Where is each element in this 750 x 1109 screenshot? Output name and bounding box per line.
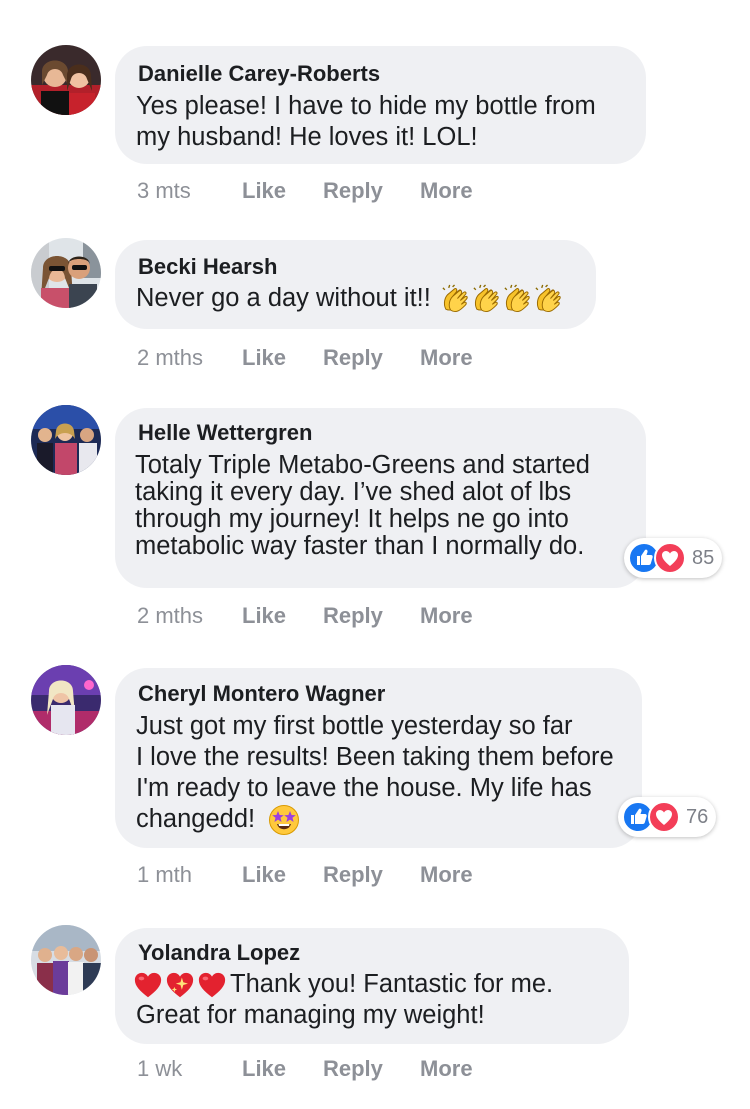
comment-line: taking it every day. I’ve shed alot of l…: [135, 478, 572, 506]
comment-bubble: Becki Hearsh Never go a day without it!!: [115, 240, 596, 329]
comment-line: Just got my first bottle yesterday so fa…: [136, 712, 573, 740]
comment-text: Totaly Triple Metabo-Greens and started …: [135, 452, 636, 560]
comment-text: Never go a day without it!!: [136, 283, 586, 315]
clapping-hands-icon: [502, 284, 533, 315]
comment-bubble: Danielle Carey-Roberts Yes please! I hav…: [115, 46, 646, 164]
comment-text: Thank you! Fantastic for me. Great for m…: [132, 969, 619, 1031]
sparkling-heart-icon: [164, 970, 196, 1000]
like-button[interactable]: Like: [242, 1056, 286, 1082]
reply-button[interactable]: Reply: [323, 862, 383, 888]
comment-line: through my journey! It helps ne go into: [135, 505, 569, 533]
commenter-name[interactable]: Yolandra Lopez: [138, 940, 300, 966]
comment-timestamp[interactable]: 2 mths: [137, 603, 203, 629]
more-button[interactable]: More: [420, 1056, 473, 1082]
more-button[interactable]: More: [420, 603, 473, 629]
more-button[interactable]: More: [420, 862, 473, 888]
comment-bubble: Yolandra Lopez Thank you! Fantastic for …: [115, 928, 629, 1044]
commenter-name[interactable]: Danielle Carey-Roberts: [138, 61, 380, 87]
commenter-name[interactable]: Helle Wettergren: [138, 420, 312, 446]
like-button[interactable]: Like: [242, 603, 286, 629]
avatar[interactable]: [31, 665, 101, 735]
clapping-hands-icon: [440, 284, 471, 315]
love-reaction-icon: [648, 801, 680, 833]
comment-line: Yes please! I have to hide my bottle fro…: [136, 92, 596, 120]
love-reaction-icon: [654, 542, 686, 574]
commenter-name[interactable]: Cheryl Montero Wagner: [138, 681, 385, 707]
comment-bubble: Helle Wettergren Totaly Triple Metabo-Gr…: [115, 408, 646, 588]
avatar[interactable]: [31, 405, 101, 475]
reactions-summary[interactable]: 85: [624, 538, 723, 578]
like-button[interactable]: Like: [242, 862, 286, 888]
avatar[interactable]: [31, 238, 101, 308]
comment-line: I love the results! Been taking them bef…: [136, 743, 614, 771]
reactions-summary[interactable]: 76: [618, 797, 717, 837]
comment-line: Totaly Triple Metabo-Greens and started: [135, 451, 590, 479]
reply-button[interactable]: Reply: [323, 178, 383, 204]
comment-timestamp[interactable]: 1 wk: [137, 1056, 182, 1082]
clapping-hands-icon: [533, 284, 564, 315]
comment-line: I'm ready to leave the house. My life ha…: [136, 774, 592, 802]
comment-line: changedd!: [136, 805, 256, 833]
comment-timestamp[interactable]: 2 mths: [137, 345, 203, 371]
red-heart-icon: [196, 970, 228, 1000]
like-button[interactable]: Like: [242, 345, 286, 371]
clapping-hands-icon: [471, 284, 502, 315]
reaction-count: 85: [692, 546, 715, 569]
avatar-photo: [31, 45, 101, 115]
commenter-name[interactable]: Becki Hearsh: [138, 254, 277, 280]
comment-line: Thank you! Fantastic for me.: [230, 970, 554, 998]
reply-button[interactable]: Reply: [323, 1056, 383, 1082]
comment-text: Just got my first bottle yesterday so fa…: [136, 711, 632, 836]
star-struck-icon: [268, 804, 300, 836]
comment-bubble: Cheryl Montero Wagner Just got my first …: [115, 668, 642, 848]
avatar[interactable]: [31, 45, 101, 115]
comment-line: my husband! He loves it! LOL!: [136, 123, 478, 151]
comment-timestamp[interactable]: 3 mts: [137, 178, 191, 204]
comment-line: metabolic way faster than I normally do.: [135, 532, 585, 560]
avatar-photo: [31, 405, 101, 475]
avatar-photo: [31, 925, 101, 995]
avatar-photo: [31, 238, 101, 308]
red-heart-icon: [132, 970, 164, 1000]
reaction-count: 76: [686, 805, 709, 828]
comment-line: Never go a day without it!!: [136, 284, 431, 312]
comment-line: Great for managing my weight!: [136, 1001, 485, 1030]
comment-text: Yes please! I have to hide my bottle fro…: [136, 91, 636, 153]
like-button[interactable]: Like: [242, 178, 286, 204]
avatar-photo: [31, 665, 101, 735]
avatar[interactable]: [31, 925, 101, 995]
reply-button[interactable]: Reply: [323, 603, 383, 629]
comment-timestamp[interactable]: 1 mth: [137, 862, 192, 888]
more-button[interactable]: More: [420, 345, 473, 371]
more-button[interactable]: More: [420, 178, 473, 204]
reply-button[interactable]: Reply: [323, 345, 383, 371]
